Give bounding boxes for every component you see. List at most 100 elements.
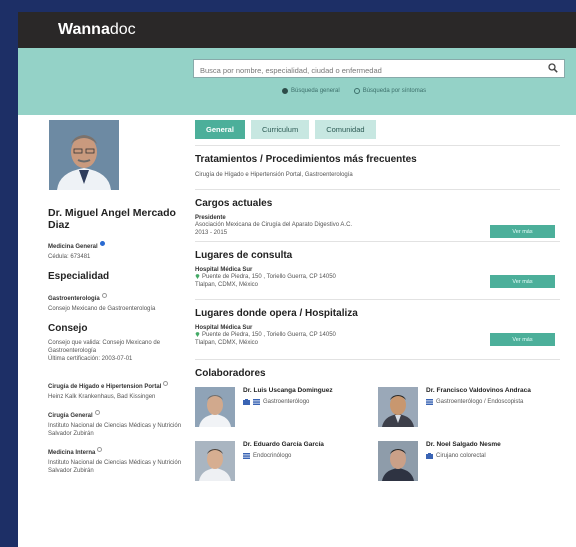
search-icon[interactable] [548,63,558,73]
collaborator-photo [378,441,418,481]
training-place: Instituto Nacional de Ciencias Médicas y… [48,460,182,474]
tab-general[interactable]: General [195,120,245,139]
doctor-tag: Medicina General [48,244,98,250]
radio-symptom-search[interactable]: Búsqueda por síntomas [353,88,427,94]
colaboradores-section: Colaboradores Dr. Luis Uscanga Dominguez… [195,368,560,481]
training-item: Medicina Interna Instituto Nacional de C… [48,441,193,475]
doctor-photo [49,120,119,190]
radio-label-general: Búsqueda general [291,88,340,94]
hospital-icon [243,398,250,405]
collaborator-specialty: Gastroenterólogo / Endoscopista [436,398,524,405]
collaborator-card[interactable]: Dr. Noel Salgado Nesme Cirujano colorect… [378,441,561,481]
collaborator-portrait-image [195,387,235,427]
radio-general-search[interactable]: Búsqueda general [282,88,340,94]
consejo-line1: Consejo que valida: Consejo Mexicano de … [48,340,161,354]
collaborator-info: Dr. Francisco Valdovinos Andraca Gastroe… [426,387,531,427]
training-item: Cirugía General Instituto Nacional de Ci… [48,404,193,438]
tab-comunidad[interactable]: Comunidad [315,120,376,139]
brand-logo[interactable]: Wannadoc [58,21,136,39]
consulta-heading: Lugares de consulta [195,250,293,261]
divider [195,189,560,190]
tab-curriculum[interactable]: Curriculum [250,120,310,139]
collaborator-photo [195,387,235,427]
search-band: Búsqueda general Búsqueda por síntomas [18,48,576,115]
collaborator-spec-row: Gastroenterólogo [243,398,333,405]
opera-section: Lugares donde opera / Hospitaliza Hospit… [195,308,560,347]
top-navbar: Wannadoc [18,12,576,48]
opera-ver-mas-button[interactable]: Ver más [490,333,555,346]
collaborator-card[interactable]: Dr. Eduardo García García Endocrinólogo [195,441,378,481]
divider [195,145,560,146]
profile-main: General Curriculum Comunidad Tratamiento… [195,120,560,481]
collaborator-spec-row: Gastroenterólogo / Endoscopista [426,398,531,405]
hospital-icon [426,452,433,459]
opera-heading: Lugares donde opera / Hospitaliza [195,308,358,319]
brand-name-part1: Wanna [58,21,110,38]
training-list: Cirugía de Hígado e Hipertension Portal … [48,375,193,475]
opera-address1: Puente de Piedra, 150 , Toriello Guerra,… [202,332,336,338]
radio-label-symptoms: Búsqueda por síntomas [362,88,427,94]
divider [195,359,560,360]
specialty-icon [243,452,250,459]
tratamientos-section: Tratamientos / Procedimientos más frecue… [195,154,560,179]
info-icon[interactable] [101,293,107,299]
divider [195,299,560,300]
collaborator-info: Dr. Eduardo García García Endocrinólogo [243,441,324,481]
consulta-ver-mas-button[interactable]: Ver más [490,275,555,288]
consulta-address1: Puente de Piedra, 150 , Toriello Guerra,… [202,274,336,280]
profile-sidebar: Dr. Miguel Angel Mercado Diaz Medicina G… [48,120,193,475]
especialidad-item-row: Gastroenterología [48,287,193,305]
search-mode: Búsqueda general Búsqueda por síntomas [282,88,426,94]
collaborator-card[interactable]: Dr. Francisco Valdovinos Andraca Gastroe… [378,387,561,427]
profile-tabs: General Curriculum Comunidad [195,120,560,139]
collaborator-specialty: Gastroenterólogo [263,398,310,405]
training-title: Cirugía de Hígado e Hipertension Portal [48,384,162,390]
cargos-heading: Cargos actuales [195,198,273,209]
collaborator-name: Dr. Luis Uscanga Dominguez [243,387,333,394]
browser-page: Wannadoc Búsqueda general Búsqueda por s… [18,12,576,547]
collaborator-name: Dr. Eduardo García García [243,441,324,448]
collaborator-info: Dr. Luis Uscanga Dominguez Gastroenteról… [243,387,333,427]
info-icon[interactable] [94,410,100,416]
consulta-section: Lugares de consulta Hospital Médica Sur … [195,250,560,289]
verified-icon [99,241,105,247]
radio-selected-icon [282,88,288,94]
collaborator-photo [378,387,418,427]
collaborator-photo [195,441,235,481]
doctor-cedula: Cédula: 673481 [48,254,91,260]
search-box [193,59,565,79]
collaborator-spec-row: Cirujano colorectal [426,452,501,459]
collaborator-portrait-image [195,441,235,481]
consejo-heading: Consejo [48,323,88,334]
training-place: Heinz Kalk Krankenhaus, Bad Kissingen [48,394,156,400]
collaborator-info: Dr. Noel Salgado Nesme Cirujano colorect… [426,441,501,481]
location-pin-icon [195,274,200,279]
colaboradores-grid: Dr. Luis Uscanga Dominguez Gastroenteról… [195,387,560,481]
specialty-icon [253,398,260,405]
especialidad-item: Gastroenterología [48,296,100,302]
training-title: Cirugía General [48,413,93,419]
collaborator-card[interactable]: Dr. Luis Uscanga Dominguez Gastroenteról… [195,387,378,427]
collaborator-specialty: Cirujano colorectal [436,452,486,459]
cargos-section: Cargos actuales Presidente Asociación Me… [195,198,560,238]
collaborator-specialty: Endocrinólogo [253,452,292,459]
tratamientos-heading: Tratamientos / Procedimientos más frecue… [195,154,417,165]
info-icon[interactable] [163,381,169,387]
radio-unselected-icon [353,88,360,94]
collaborator-portrait-image [378,387,418,427]
colaboradores-heading: Colaboradores [195,368,266,379]
divider [195,241,560,242]
location-pin-icon [195,332,200,337]
brand-name-part2: doc [109,21,136,38]
search-input[interactable] [194,62,534,79]
collaborator-name: Dr. Francisco Valdovinos Andraca [426,387,531,394]
collaborator-name: Dr. Noel Salgado Nesme [426,441,501,448]
cargos-ver-mas-button[interactable]: Ver más [490,225,555,238]
collaborator-spec-row: Endocrinólogo [243,452,324,459]
info-icon[interactable] [97,447,103,453]
collaborator-portrait-image [378,441,418,481]
doctor-name: Dr. Miguel Angel Mercado Diaz [48,207,176,231]
doctor-tag-row: Medicina General [48,235,193,253]
tratamientos-text: Cirugía de Hígado e Hipertensión Portal,… [195,172,353,178]
specialty-icon [426,398,433,405]
